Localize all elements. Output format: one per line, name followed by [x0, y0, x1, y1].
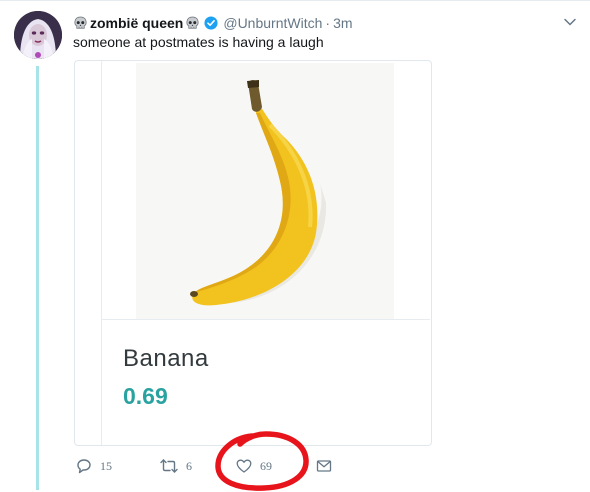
display-name[interactable]: zombië queen	[90, 15, 183, 31]
skull-icon	[186, 16, 199, 29]
like-button[interactable]: 69	[236, 458, 272, 474]
reply-button[interactable]: 15	[76, 458, 112, 474]
retweet-count: 6	[186, 458, 192, 473]
card-divider	[102, 319, 430, 320]
banana-image[interactable]	[136, 63, 394, 319]
media-card[interactable]: Banana 0.69	[74, 60, 432, 446]
banana-illustration	[136, 63, 394, 319]
reply-icon	[77, 459, 91, 474]
retweet-icon	[160, 459, 178, 473]
heart-icon	[236, 459, 252, 473]
avatar-image	[14, 11, 62, 59]
avatar[interactable]	[14, 11, 62, 59]
like-count: 69	[260, 458, 272, 473]
user-handle[interactable]: @UnburntWitch	[223, 15, 322, 31]
tweet-top-border	[0, 0, 590, 1]
reply-count: 15	[100, 458, 112, 473]
mail-icon	[316, 460, 332, 472]
tweet-actions: 15 6 69	[0, 458, 590, 480]
skull-icon	[74, 16, 87, 29]
retweet-button[interactable]: 6	[160, 458, 192, 474]
tweet-header: zombië queen @UnburntWitch · 3m	[73, 13, 353, 33]
chevron-down-icon[interactable]	[563, 15, 577, 29]
product-card[interactable]: Banana 0.69	[101, 61, 430, 445]
direct-message-button[interactable]	[316, 458, 332, 474]
header-separator: ·	[325, 15, 331, 31]
product-name: Banana	[123, 345, 209, 372]
product-price: 0.69	[123, 383, 168, 409]
conversation-thread-line	[36, 66, 39, 490]
verified-badge-icon	[204, 16, 218, 30]
tweet-text: someone at postmates is having a laugh	[73, 34, 324, 50]
tweet-timestamp[interactable]: 3m	[333, 15, 352, 31]
